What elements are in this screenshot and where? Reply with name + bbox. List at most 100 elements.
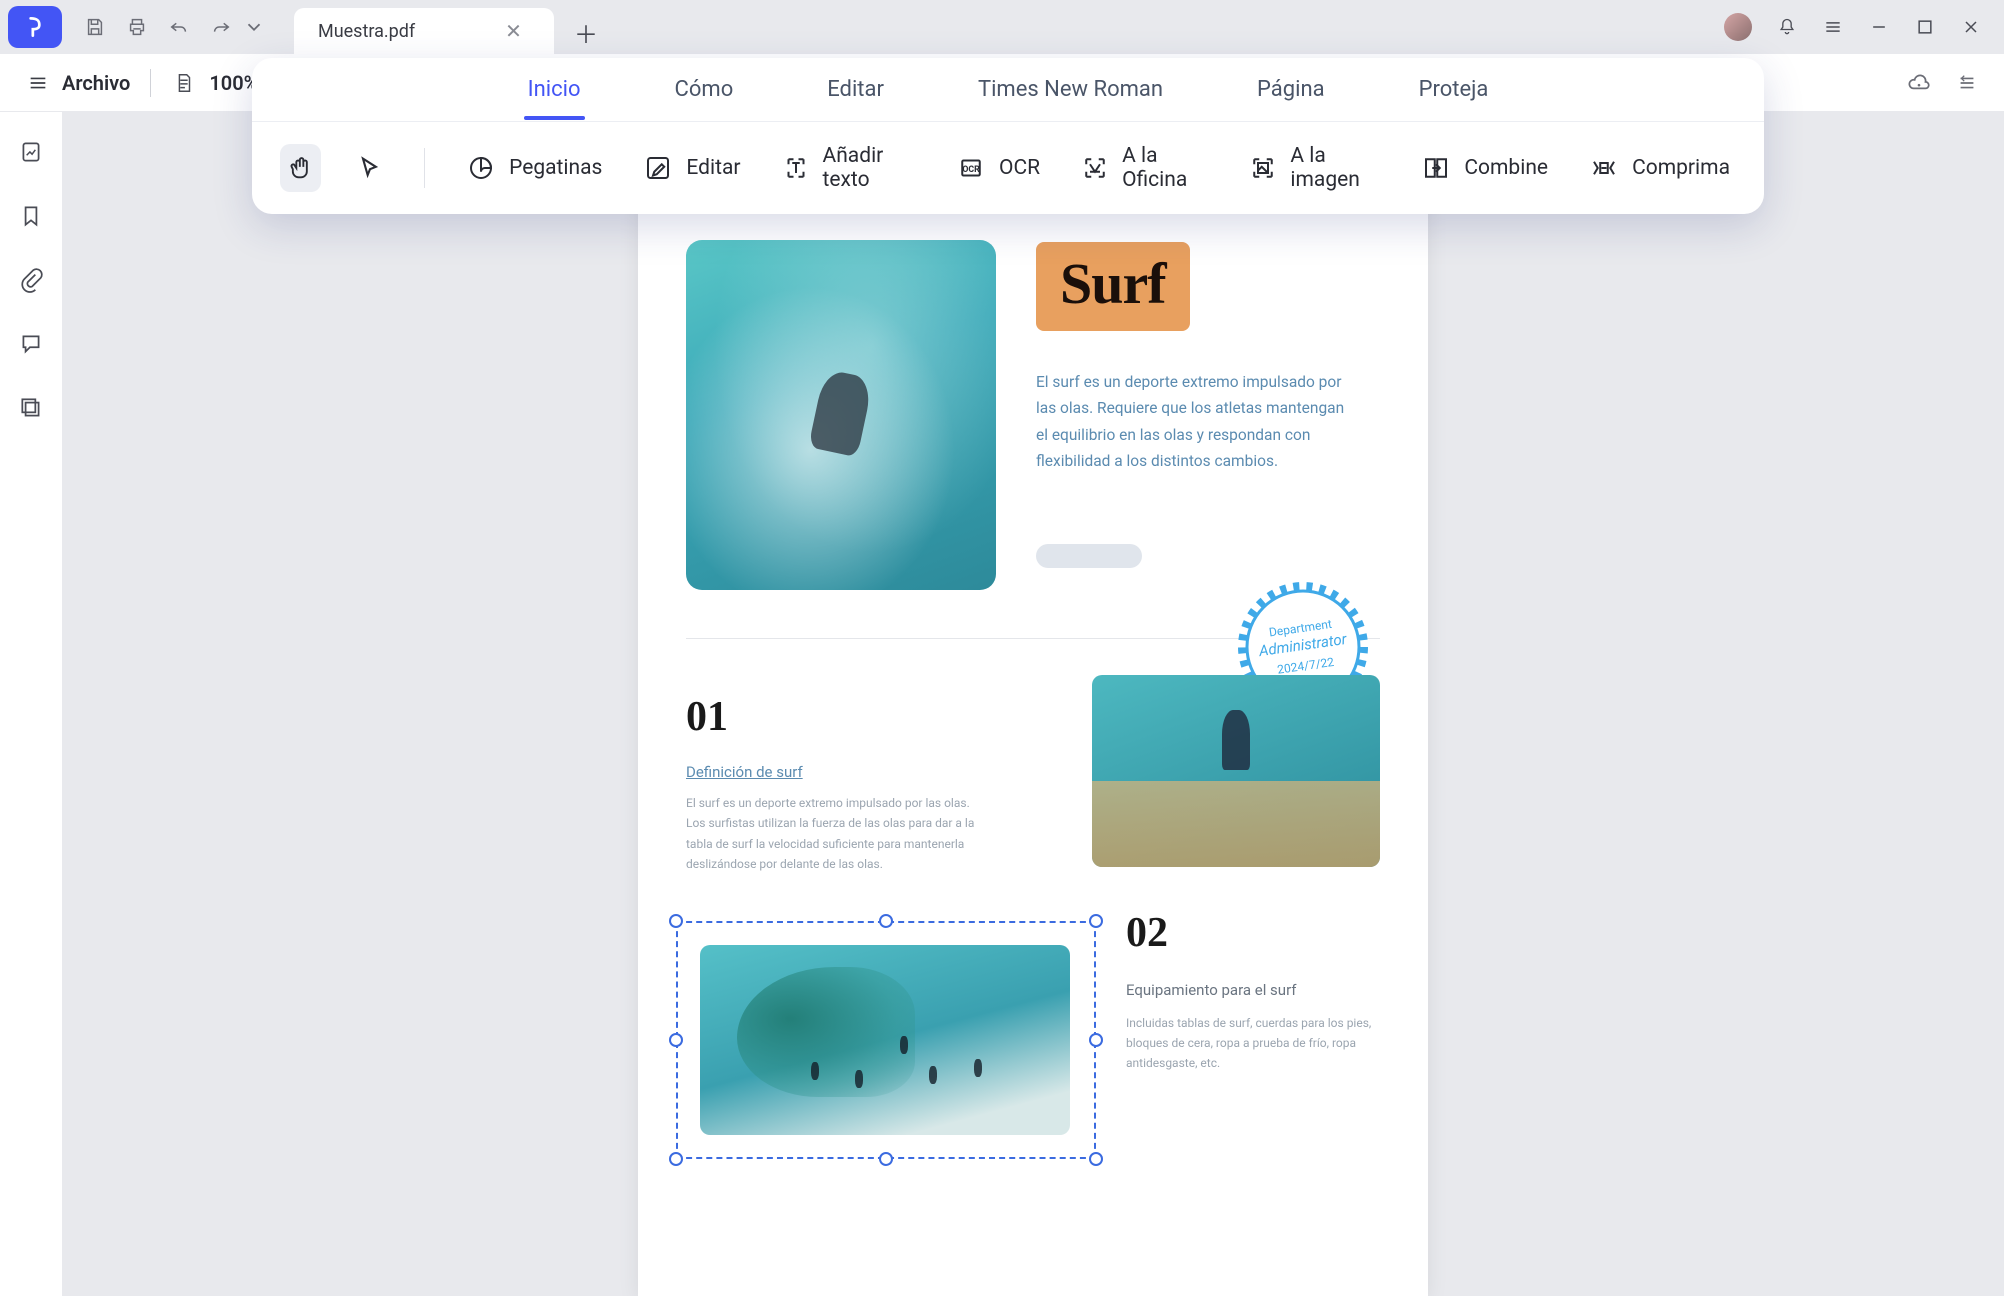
ocr-tool[interactable]: OCR OCR bbox=[949, 144, 1046, 192]
bell-icon[interactable] bbox=[1776, 16, 1798, 38]
hero-text: Surf El surf es un deporte extremo impul… bbox=[1036, 240, 1380, 568]
compress-icon bbox=[1588, 152, 1620, 184]
pegatinas-tool[interactable]: Pegatinas bbox=[459, 144, 608, 192]
hero-description[interactable]: El surf es un deporte extremo impulsado … bbox=[1036, 369, 1356, 474]
ribbon-tab-como[interactable]: Cómo bbox=[671, 61, 738, 118]
comprima-tool[interactable]: Comprima bbox=[1582, 144, 1736, 192]
section-number[interactable]: 01 bbox=[686, 693, 1052, 741]
new-tab-button[interactable]: ＋ bbox=[564, 10, 608, 54]
tool-label: A la imagen bbox=[1290, 144, 1380, 192]
tool-label: A la Oficina bbox=[1122, 144, 1208, 192]
selected-image-wrapper[interactable] bbox=[686, 931, 1086, 1149]
ribbon-tab-editar[interactable]: Editar bbox=[823, 61, 888, 118]
select-tool[interactable] bbox=[349, 144, 390, 192]
selection-handle-ne[interactable] bbox=[1089, 914, 1103, 928]
hero-image[interactable] bbox=[686, 240, 996, 590]
maximize-icon[interactable] bbox=[1914, 16, 1936, 38]
tool-label: OCR bbox=[999, 156, 1040, 180]
title-bar: Muestra.pdf ✕ ＋ bbox=[0, 0, 2004, 54]
section-02: 02 Equipamiento para el surf Incluidas t… bbox=[1126, 885, 1380, 1074]
selection-handle-sw[interactable] bbox=[669, 1152, 683, 1166]
a-la-oficina-tool[interactable]: A la Oficina bbox=[1074, 136, 1214, 200]
hamburger-icon[interactable] bbox=[24, 69, 52, 97]
secondbar-right bbox=[1906, 70, 1980, 96]
thumbnails-icon[interactable] bbox=[17, 138, 45, 166]
document-tab[interactable]: Muestra.pdf ✕ bbox=[294, 8, 554, 54]
section-body[interactable]: El surf es un deporte extremo impulsado … bbox=[686, 793, 986, 875]
save-icon[interactable] bbox=[74, 6, 116, 48]
selection-handle-s[interactable] bbox=[879, 1152, 893, 1166]
ribbon-tab-font[interactable]: Times New Roman bbox=[974, 61, 1167, 118]
tool-label: Comprima bbox=[1632, 156, 1730, 180]
ocr-icon: OCR bbox=[955, 152, 987, 184]
combine-icon bbox=[1420, 152, 1452, 184]
hero-section: Surf El surf es un deporte extremo impul… bbox=[686, 240, 1380, 590]
attachment-icon[interactable] bbox=[17, 266, 45, 294]
file-menu[interactable]: Archivo bbox=[62, 71, 130, 95]
selection-handle-w[interactable] bbox=[669, 1033, 683, 1047]
panel-toggle-icon[interactable] bbox=[1954, 70, 1980, 96]
tab-strip: Muestra.pdf ✕ ＋ bbox=[294, 0, 608, 54]
workspace: Inicio Cómo Editar Times New Roman Págin… bbox=[0, 112, 2004, 1296]
separator bbox=[424, 148, 425, 188]
selected-image[interactable] bbox=[700, 945, 1070, 1135]
selection-handle-e[interactable] bbox=[1089, 1033, 1103, 1047]
menu-icon[interactable] bbox=[1822, 16, 1844, 38]
user-avatar[interactable] bbox=[1724, 13, 1752, 41]
section-01: 01 Definición de surf El surf es un depo… bbox=[686, 675, 1052, 875]
section-02-row: 02 Equipamiento para el surf Incluidas t… bbox=[686, 885, 1380, 1149]
editar-tool[interactable]: Editar bbox=[636, 144, 746, 192]
redo-icon[interactable] bbox=[200, 6, 242, 48]
sticker-icon bbox=[465, 152, 497, 184]
section-link[interactable]: Definición de surf bbox=[686, 763, 803, 781]
minimize-icon[interactable] bbox=[1868, 16, 1890, 38]
selection-handle-n[interactable] bbox=[879, 914, 893, 928]
bookmark-icon[interactable] bbox=[17, 202, 45, 230]
layers-icon[interactable] bbox=[17, 394, 45, 422]
app-logo[interactable] bbox=[8, 6, 62, 48]
tool-label: Añadir texto bbox=[823, 144, 916, 192]
tool-label: Pegatinas bbox=[509, 156, 602, 180]
combine-tool[interactable]: Combine bbox=[1414, 144, 1554, 192]
section-01-image[interactable] bbox=[1092, 675, 1380, 867]
section-number[interactable]: 02 bbox=[1126, 909, 1380, 957]
close-tab-icon[interactable]: ✕ bbox=[505, 19, 522, 43]
left-rail bbox=[0, 112, 62, 1296]
tool-label: Editar bbox=[686, 156, 740, 180]
undo-icon[interactable] bbox=[158, 6, 200, 48]
section-01-row: 01 Definición de surf El surf es un depo… bbox=[686, 675, 1380, 875]
add-text-icon bbox=[781, 152, 811, 184]
document-icon[interactable] bbox=[171, 70, 197, 96]
titlebar-left bbox=[8, 6, 266, 48]
comment-icon[interactable] bbox=[17, 330, 45, 358]
cloud-icon[interactable] bbox=[1906, 70, 1932, 96]
ribbon-tab-pagina[interactable]: Página bbox=[1253, 61, 1329, 118]
ribbon-tab-inicio[interactable]: Inicio bbox=[524, 61, 585, 118]
placeholder-pill bbox=[1036, 544, 1142, 568]
selection-handle-se[interactable] bbox=[1089, 1152, 1103, 1166]
section-body[interactable]: Incluidas tablas de surf, cuerdas para l… bbox=[1126, 1013, 1380, 1074]
pdf-page[interactable]: Surf El surf es un deporte extremo impul… bbox=[638, 182, 1428, 1296]
surf-title-badge[interactable]: Surf bbox=[1036, 242, 1190, 331]
edit-icon bbox=[642, 152, 674, 184]
selection-handle-nw[interactable] bbox=[669, 914, 683, 928]
hand-tool[interactable] bbox=[280, 144, 321, 192]
anadir-texto-tool[interactable]: Añadir texto bbox=[775, 136, 922, 200]
svg-text:OCR: OCR bbox=[962, 165, 980, 175]
to-office-icon bbox=[1080, 152, 1110, 184]
dropdown-icon[interactable] bbox=[242, 6, 266, 48]
ribbon-tab-proteja[interactable]: Proteja bbox=[1415, 61, 1493, 118]
document-area[interactable]: Surf El surf es un deporte extremo impul… bbox=[62, 112, 2004, 1296]
close-window-icon[interactable] bbox=[1960, 16, 1982, 38]
to-image-icon bbox=[1248, 152, 1278, 184]
ribbon-tools: Pegatinas Editar Añadir texto OCR OCR A l… bbox=[252, 122, 1764, 214]
section-subtitle[interactable]: Equipamiento para el surf bbox=[1126, 981, 1380, 999]
tool-label: Combine bbox=[1464, 156, 1548, 180]
a-la-imagen-tool[interactable]: A la imagen bbox=[1242, 136, 1386, 200]
separator bbox=[150, 69, 151, 97]
tab-title: Muestra.pdf bbox=[318, 21, 415, 42]
ribbon: Inicio Cómo Editar Times New Roman Págin… bbox=[252, 58, 1764, 214]
print-icon[interactable] bbox=[116, 6, 158, 48]
ribbon-tabs: Inicio Cómo Editar Times New Roman Págin… bbox=[252, 58, 1764, 122]
titlebar-right bbox=[1724, 13, 1996, 41]
